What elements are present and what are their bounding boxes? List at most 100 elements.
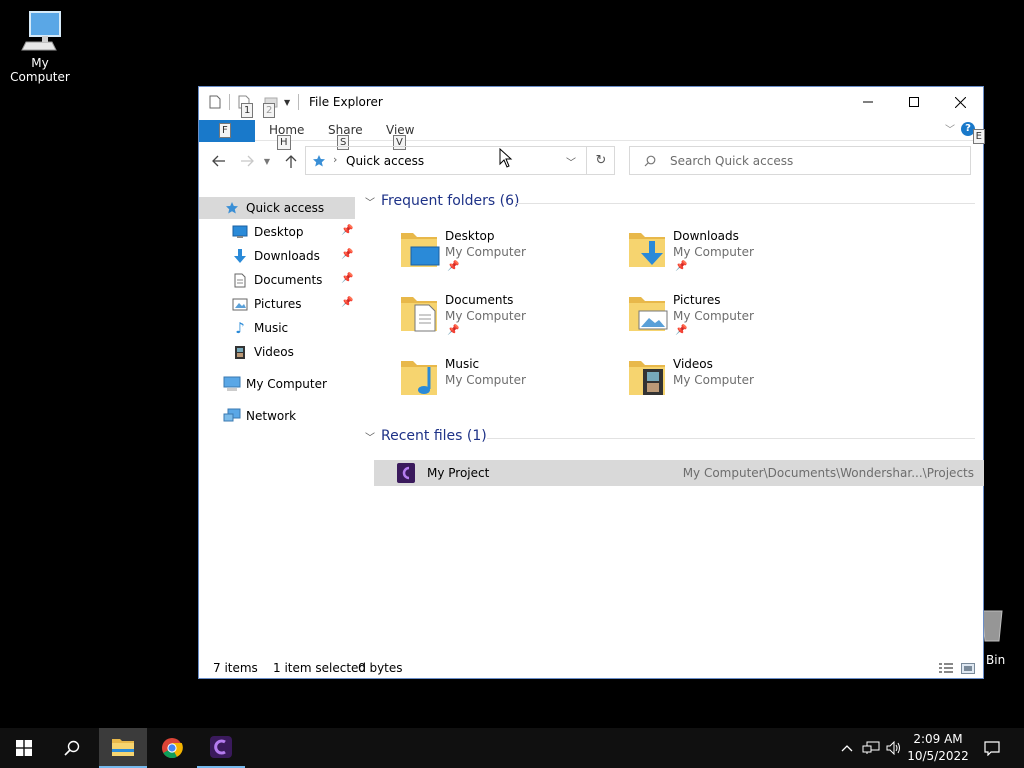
document-icon — [231, 271, 249, 289]
nav-videos[interactable]: Videos — [231, 341, 294, 363]
breadcrumb-separator[interactable]: › — [333, 153, 337, 166]
nav-desktop-label: Desktop — [254, 225, 304, 239]
nav-quick-access-label: Quick access — [246, 201, 325, 215]
downloads-folder-icon — [629, 233, 665, 267]
pin-icon[interactable]: 📌 — [341, 225, 353, 236]
maximize-icon — [909, 97, 919, 107]
nav-music[interactable]: ♪ Music — [231, 317, 288, 339]
taskbar-file-explorer[interactable] — [99, 728, 147, 768]
close-button[interactable] — [937, 87, 983, 117]
search-button[interactable] — [48, 728, 96, 768]
taskbar: 2:09 AM 10/5/2022 — [0, 728, 1024, 768]
arrow-up-icon — [285, 155, 297, 168]
folder-location: My Computer — [673, 373, 754, 387]
taskbar-chrome[interactable] — [148, 728, 196, 768]
pin-icon[interactable]: 📌 — [341, 273, 353, 284]
search-icon — [644, 155, 656, 167]
recent-file-row[interactable]: My Project My Computer\Documents\Wonders… — [374, 460, 984, 486]
keytip-help: E — [972, 129, 985, 144]
address-bar[interactable]: › Quick access ﹀ ↻ — [305, 146, 615, 175]
folder-location: My Computer — [673, 309, 754, 323]
nav-desktop[interactable]: Desktop — [231, 221, 304, 243]
folder-name: Music — [445, 357, 480, 371]
folder-tile-pictures[interactable]: Pictures My Computer 📌 — [627, 291, 847, 351]
qat-separator — [229, 94, 230, 110]
desktop-my-computer[interactable]: My Computer — [0, 8, 80, 84]
refresh-button[interactable]: ↻ — [586, 147, 615, 174]
pin-icon[interactable]: 📌 — [341, 297, 353, 308]
nav-documents[interactable]: Documents — [231, 269, 322, 291]
breadcrumb-quick-access[interactable]: Quick access — [346, 154, 424, 168]
clock-date: 10/5/2022 — [907, 749, 969, 763]
pin-icon: 📌 — [675, 261, 688, 272]
music-note-icon: ♪ — [235, 319, 245, 337]
volume-tray-button[interactable] — [884, 728, 904, 768]
taskbar-filmora[interactable] — [197, 728, 245, 768]
forward-button[interactable] — [237, 151, 257, 171]
nav-pictures[interactable]: Pictures — [231, 293, 302, 315]
folder-tile-downloads[interactable]: Downloads My Computer 📌 — [627, 227, 847, 287]
network-icon — [862, 741, 880, 754]
maximize-button[interactable] — [891, 87, 937, 117]
recent-files-header[interactable]: ﹀ Recent files (1) — [365, 428, 487, 444]
show-hidden-icons-button[interactable] — [838, 728, 856, 768]
pin-icon: 📌 — [447, 325, 460, 336]
arrow-left-icon — [212, 155, 225, 167]
address-dropdown-icon[interactable]: ﹀ — [566, 154, 576, 169]
action-center-button[interactable] — [978, 728, 1006, 768]
nav-network-label: Network — [246, 409, 297, 423]
search-box[interactable]: Search Quick access — [629, 146, 971, 175]
taskbar-clock[interactable]: 2:09 AM 10/5/2022 — [906, 731, 970, 765]
folder-location: My Computer — [445, 309, 526, 323]
back-button[interactable] — [209, 151, 229, 171]
desktop-folder-icon — [401, 233, 440, 267]
folder-name: Videos — [673, 357, 713, 371]
keytip-qat-2: 2 — [263, 103, 276, 118]
keytip-qat-1: 1 — [241, 103, 254, 118]
notification-icon — [984, 740, 1000, 756]
refresh-icon: ↻ — [595, 153, 607, 168]
folder-location: My Computer — [445, 373, 526, 387]
ribbon-expand-icon[interactable]: ﹀ — [945, 121, 955, 136]
status-bar: 7 items 1 item selected 0 bytes — [199, 659, 983, 679]
folder-tile-desktop[interactable]: Desktop My Computer 📌 — [399, 227, 619, 287]
chrome-icon — [162, 738, 183, 759]
nav-downloads[interactable]: Downloads — [231, 245, 320, 267]
download-arrow-icon — [231, 247, 249, 265]
recent-file-path: My Computer\Documents\Wondershar...\Proj… — [682, 466, 974, 480]
recent-locations-button[interactable]: ▼ — [261, 151, 273, 171]
start-button[interactable] — [0, 728, 48, 768]
nav-quick-access[interactable]: Quick access — [199, 197, 355, 219]
recent-file-name: My Project — [427, 466, 490, 480]
search-icon — [64, 740, 80, 756]
folder-tile-videos[interactable]: Videos My Computer — [627, 355, 847, 415]
navigation-bar: ▼ › Quick access ﹀ ↻ Search Quick access — [199, 143, 983, 179]
title-bar[interactable]: ▼ 1 2 File Explorer — [199, 87, 983, 118]
computer-icon — [21, 11, 61, 51]
desktop-my-computer-label: My Computer — [10, 56, 70, 84]
folder-tile-music[interactable]: Music My Computer — [399, 355, 619, 415]
project-file-icon — [397, 463, 415, 483]
computer-icon — [223, 375, 241, 393]
nav-documents-label: Documents — [254, 273, 323, 287]
new-file-icon[interactable] — [209, 95, 221, 109]
qat-dropdown-icon[interactable]: ▼ — [284, 98, 290, 107]
chevron-up-icon — [841, 745, 853, 752]
recycle-bin-label: Bin — [986, 653, 1006, 667]
network-tray-button[interactable] — [860, 728, 882, 768]
nav-downloads-label: Downloads — [254, 249, 320, 263]
nav-network[interactable]: Network — [223, 405, 296, 427]
frequent-folders-header[interactable]: ﹀ Frequent folders (6) — [365, 193, 520, 209]
minimize-button[interactable] — [845, 87, 891, 117]
pin-icon[interactable]: 📌 — [341, 249, 353, 260]
nav-my-computer[interactable]: My Computer — [223, 373, 327, 395]
desktop-icon — [231, 223, 249, 241]
folder-tile-documents[interactable]: Documents My Computer 📌 — [399, 291, 619, 351]
details-view-icon[interactable] — [939, 663, 953, 677]
folder-name: Documents — [445, 293, 514, 307]
star-icon — [223, 199, 241, 217]
large-icons-view-icon[interactable] — [961, 663, 975, 677]
file-tab[interactable]: F — [199, 120, 255, 142]
close-icon — [954, 96, 966, 108]
up-button[interactable] — [281, 151, 301, 171]
